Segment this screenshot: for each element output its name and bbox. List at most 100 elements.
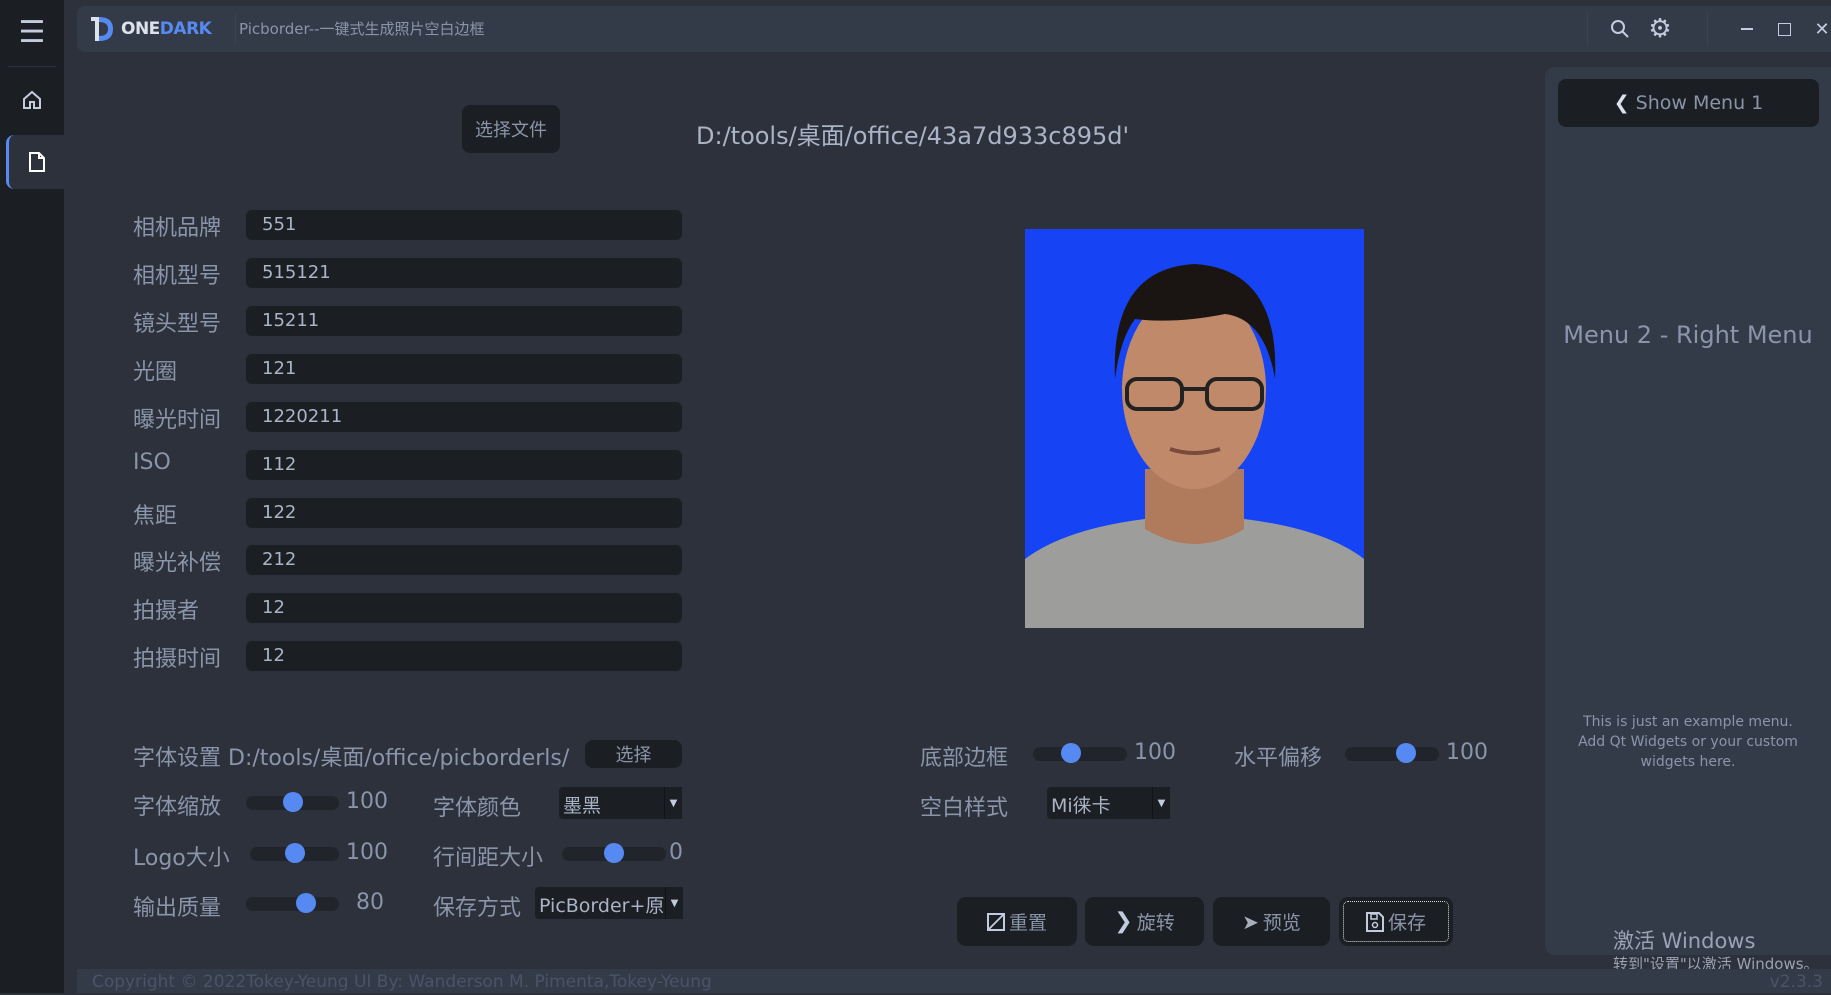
save-mode-label: 保存方式	[433, 896, 522, 921]
preview-label: 预览	[1262, 912, 1301, 934]
divider	[1707, 12, 1708, 46]
slider-handle[interactable]	[604, 843, 624, 863]
activation-watermark-title: 激活 Windows	[1613, 929, 1756, 953]
chevron-right-icon: ❯	[1114, 909, 1133, 934]
field-input[interactable]: 12	[246, 641, 682, 671]
font-scale-value: 100	[346, 789, 388, 814]
search-button[interactable]	[1605, 14, 1635, 44]
search-icon	[1611, 20, 1629, 38]
dropdown-arrow-icon: ▼	[664, 787, 682, 819]
right-menu-panel: ❮ Show Menu 1 Menu 2 - Right Menu This is…	[1545, 67, 1831, 955]
desc-line: This is just an example menu.	[1583, 714, 1793, 730]
sidebar-item-file[interactable]	[6, 135, 64, 189]
logo-size-label: Logo大小	[133, 846, 230, 871]
maximize-button[interactable]	[1769, 14, 1799, 44]
menu-toggle-button[interactable]: ☰	[0, 2, 64, 62]
right-menu-description: This is just an example menu. Add Qt Wid…	[1545, 712, 1831, 772]
file-icon	[28, 152, 45, 172]
bottom-border-value: 100	[1134, 740, 1176, 765]
minimize-icon	[1741, 28, 1753, 30]
field-label: 镜头型号	[133, 312, 222, 337]
reset-label: 重置	[1008, 912, 1047, 934]
maximize-icon	[1777, 22, 1791, 36]
reset-button[interactable]: 重置	[957, 897, 1077, 946]
slider-handle[interactable]	[284, 843, 305, 863]
show-menu-1-button[interactable]: ❮ Show Menu 1	[1558, 79, 1819, 127]
show-menu-label: Show Menu 1	[1635, 92, 1764, 114]
slider-handle[interactable]	[296, 893, 317, 913]
app-title: Picborder--一键式生成照片空白边框	[239, 20, 485, 38]
field-input[interactable]: 121	[246, 354, 682, 384]
dropdown-arrow-icon: ▼	[1152, 787, 1170, 819]
desc-line: widgets here.	[1640, 754, 1736, 770]
field-label: 拍摄时间	[133, 647, 222, 672]
logo-size-slider[interactable]	[250, 843, 339, 863]
line-spacing-label: 行间距大小	[433, 846, 544, 871]
home-icon	[23, 90, 41, 109]
desc-line: Add Qt Widgets or your custom	[1578, 734, 1798, 750]
save-icon	[1365, 911, 1384, 932]
version: v2.3.3	[1769, 972, 1823, 992]
footer: Copyright © 2022Tokey-Yeung UI By: Wande…	[77, 969, 1831, 993]
font-color-label: 字体颜色	[433, 796, 522, 821]
field-input[interactable]: 12	[246, 593, 682, 623]
blank-style-label: 空白样式	[920, 796, 1009, 821]
horizontal-offset-label: 水平偏移	[1234, 746, 1323, 771]
save-button[interactable]: 保存	[1339, 897, 1453, 946]
bottom-border-slider[interactable]	[1033, 743, 1127, 763]
select-font-button[interactable]: 选择	[585, 740, 682, 768]
sidebar-item-home[interactable]	[0, 70, 64, 130]
font-color-value: 墨黑	[563, 795, 602, 817]
close-button[interactable]: ✕	[1807, 14, 1831, 44]
divider	[1587, 12, 1588, 46]
field-input[interactable]: 15211	[246, 306, 682, 336]
file-path: D:/tools/桌面/office/43a7d933c895d'	[696, 122, 1130, 150]
output-quality-slider[interactable]	[246, 893, 339, 913]
credits: Copyright © 2022Tokey-Yeung UI By: Wande…	[92, 972, 712, 992]
horizontal-offset-value: 100	[1446, 740, 1488, 765]
font-color-select[interactable]: 墨黑 ▼	[559, 787, 682, 819]
settings-button[interactable]: ⚙	[1645, 14, 1675, 44]
save-mode-select[interactable]: PicBorder+原 ▼	[535, 887, 683, 919]
slider-handle[interactable]	[1060, 743, 1081, 763]
rotate-button[interactable]: ❯ 旋转	[1085, 897, 1204, 946]
title-bar: ONEDARK Picborder--一键式生成照片空白边框 ⚙ ✕	[77, 6, 1831, 52]
logo-size-value: 100	[346, 840, 388, 865]
select-file-button[interactable]: 选择文件	[462, 105, 560, 153]
minimize-button[interactable]	[1732, 14, 1762, 44]
left-menu: ☰	[0, 0, 64, 993]
line-spacing-slider[interactable]	[562, 843, 666, 863]
rotate-label: 旋转	[1136, 912, 1175, 934]
output-quality-label: 输出质量	[133, 896, 222, 921]
field-input[interactable]: 122	[246, 498, 682, 528]
field-label: 光圈	[133, 360, 178, 385]
font-setting-row: 字体设置 D:/tools/桌面/office/picborderls/	[133, 740, 569, 772]
send-icon: ➤	[1242, 909, 1259, 934]
save-label: 保存	[1387, 912, 1426, 934]
logo-text: ONEDARK	[121, 19, 212, 39]
slider-handle[interactable]	[1396, 743, 1417, 763]
divider	[8, 66, 56, 67]
app-logo: ONEDARK	[89, 14, 212, 44]
field-input[interactable]: 212	[246, 545, 682, 575]
field-input[interactable]: 551	[246, 210, 682, 240]
output-quality-value: 80	[356, 890, 384, 915]
blank-style-select[interactable]: Mi徕卡 ▼	[1047, 787, 1170, 819]
field-input[interactable]: 112	[246, 450, 682, 480]
hamburger-menu-icon: ☰	[18, 14, 46, 50]
field-label: 曝光时间	[133, 408, 222, 433]
photo-preview	[1025, 229, 1364, 628]
field-input[interactable]: 515121	[246, 258, 682, 288]
logo-icon	[91, 17, 113, 41]
line-spacing-value: 0	[669, 840, 683, 865]
right-menu-title: Menu 2 - Right Menu	[1563, 321, 1813, 349]
field-input[interactable]: 1220211	[246, 402, 682, 432]
font-scale-slider[interactable]	[246, 792, 339, 812]
chevron-left-icon: ❮	[1613, 92, 1630, 114]
field-label: 焦距	[133, 504, 178, 529]
preview-button[interactable]: ➤ 预览	[1213, 897, 1330, 946]
horizontal-offset-slider[interactable]	[1345, 743, 1439, 763]
save-mode-value: PicBorder+原	[539, 895, 665, 917]
slider-handle[interactable]	[282, 792, 303, 812]
gear-icon: ⚙	[1648, 14, 1672, 44]
